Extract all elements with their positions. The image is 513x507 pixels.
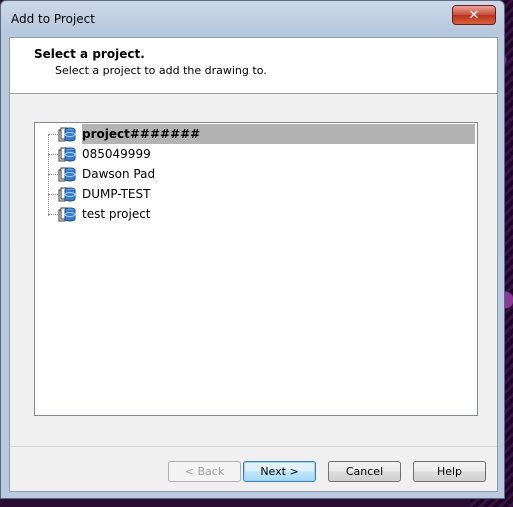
back-button[interactable]: < Back [168, 461, 241, 482]
close-button[interactable]: ✕ [452, 5, 496, 25]
tree-branch [48, 133, 58, 135]
header-subtitle: Select a project to add the drawing to. [55, 64, 267, 77]
tree-item-label: Dawson Pad [82, 167, 156, 181]
title-bar[interactable]: Add to Project ✕ [1, 1, 504, 37]
tree-item-project[interactable]: test project [48, 204, 475, 224]
project-icon [58, 147, 76, 161]
tree-item-label: DUMP-TEST [82, 187, 151, 201]
tree-branch [48, 153, 58, 155]
window-title: Add to Project [11, 12, 95, 26]
footer-divider [10, 446, 497, 447]
tree-item-label: 085049999 [82, 147, 151, 161]
project-icon [58, 127, 76, 141]
project-icon [58, 207, 76, 221]
tree-branch [48, 173, 58, 175]
cancel-button[interactable]: Cancel [328, 461, 401, 482]
tree-item-label: project####### [82, 127, 201, 141]
header-title: Select a project. [34, 47, 145, 61]
help-button[interactable]: Help [413, 461, 486, 482]
tree-item-label: test project [82, 207, 151, 221]
project-icon [58, 167, 76, 181]
tree-branch [48, 193, 58, 195]
project-icon [58, 187, 76, 201]
dialog-client-area: Select a project. Select a project to ad… [9, 37, 498, 492]
wizard-header: Select a project. Select a project to ad… [10, 38, 497, 94]
next-button[interactable]: Next > [243, 461, 316, 482]
tree-branch [48, 213, 58, 215]
tree-item-project[interactable]: 085049999 [48, 144, 475, 164]
project-tree[interactable]: project####### 085049999 Dawson Pad DUMP… [34, 122, 478, 416]
tree-item-project[interactable]: DUMP-TEST [48, 184, 475, 204]
add-to-project-dialog: Add to Project ✕ Select a project. Selec… [0, 0, 505, 499]
tree-item-project[interactable]: project####### [48, 124, 475, 144]
close-icon: ✕ [468, 7, 480, 23]
tree-item-project[interactable]: Dawson Pad [48, 164, 475, 184]
